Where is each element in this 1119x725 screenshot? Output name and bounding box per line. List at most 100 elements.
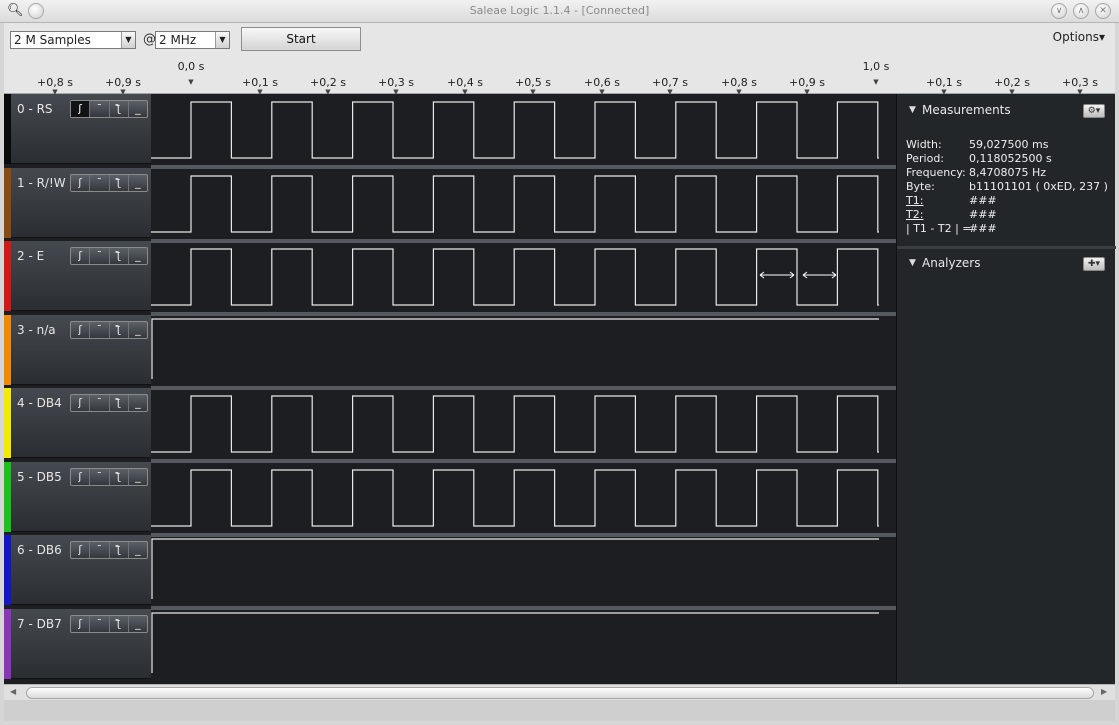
horizontal-scrollbar[interactable]: ◀ ▶ <box>4 684 1115 700</box>
channel-name: 5 - DB5 <box>17 470 62 484</box>
window-title: Saleae Logic 1.1.4 - [Connected] <box>469 4 650 17</box>
high-level-icon[interactable]: ¯ <box>90 395 110 411</box>
ruler-tick: +0,3 s ▼ <box>1062 76 1098 96</box>
ruler-tick: +0,6 s ▼ <box>584 76 620 96</box>
scroll-left-icon[interactable]: ◀ <box>10 687 16 696</box>
channel-color-stripe <box>4 241 11 311</box>
rising-edge-icon[interactable]: ʃ <box>71 101 91 117</box>
scroll-right-icon[interactable]: ▶ <box>1101 687 1107 696</box>
high-level-icon[interactable]: ¯ <box>90 175 110 191</box>
channel-color-stripe <box>4 315 11 385</box>
channel-name: 4 - DB4 <box>17 396 62 410</box>
rising-edge-icon[interactable]: ʃ <box>71 395 91 411</box>
trigger-selector: ʃ ¯ ƪ _ <box>70 247 148 265</box>
scrollbar-thumb[interactable] <box>26 687 1094 699</box>
add-analyzer-icon[interactable]: ✚▾ <box>1083 257 1105 271</box>
ruler-tick: +0,1 s ▼ <box>926 76 962 96</box>
width-measure-arrow <box>759 271 795 279</box>
falling-edge-icon[interactable]: ƪ <box>110 395 129 411</box>
channel-color-stripe <box>4 388 11 458</box>
channel-label-2[interactable]: 2 - E ʃ ¯ ƪ _ <box>4 241 151 311</box>
channel-name: 3 - n/a <box>17 323 56 337</box>
rate-select[interactable]: 2 MHz ▼ <box>155 31 230 49</box>
rising-edge-icon[interactable]: ʃ <box>71 175 91 191</box>
waveform-trace-4 <box>151 395 879 453</box>
channel-color-stripe <box>4 94 11 164</box>
samples-select[interactable]: 2 M Samples ▼ <box>10 31 136 49</box>
collapse-triangle-icon[interactable]: ▼ <box>909 105 916 115</box>
major-tick-left: 0,0 s ▼ <box>177 60 205 86</box>
high-level-icon[interactable]: ¯ <box>90 469 110 485</box>
samples-value: 2 M Samples <box>14 33 91 47</box>
low-level-icon[interactable]: _ <box>129 101 147 117</box>
low-level-icon[interactable]: _ <box>129 175 147 191</box>
falling-edge-icon[interactable]: ƪ <box>110 616 129 632</box>
channel-label-7[interactable]: 7 - DB7 ʃ ¯ ƪ _ <box>4 609 151 679</box>
low-level-icon[interactable]: _ <box>129 469 147 485</box>
channel-label-4[interactable]: 4 - DB4 ʃ ¯ ƪ _ <box>4 388 151 458</box>
channel-separator <box>151 312 896 316</box>
start-button[interactable]: Start <box>241 27 361 51</box>
rising-edge-icon[interactable]: ʃ <box>71 322 91 338</box>
channel-label-0[interactable]: 0 - RS ʃ ¯ ƪ _ <box>4 94 151 164</box>
close-icon[interactable]: ✕ <box>1095 3 1111 19</box>
low-level-icon[interactable]: _ <box>129 322 147 338</box>
channel-separator <box>151 239 896 243</box>
trigger-selector: ʃ ¯ ƪ _ <box>70 468 148 486</box>
channel-label-6[interactable]: 6 - DB6 ʃ ¯ ƪ _ <box>4 535 151 605</box>
ruler-tick: +0,2 s ▼ <box>994 76 1030 96</box>
trigger-selector: ʃ ¯ ƪ _ <box>70 615 148 633</box>
low-level-icon[interactable]: _ <box>129 616 147 632</box>
time-ruler[interactable]: 0,0 s ▼ 1,0 s ▼ +0,8 s ▼ +0,9 s ▼ +0,1 s ▼ +0… <box>4 58 1115 96</box>
collapse-triangle-icon[interactable]: ▼ <box>909 258 916 268</box>
options-menu[interactable]: Options▾ <box>1053 30 1105 44</box>
falling-edge-icon[interactable]: ƪ <box>110 322 129 338</box>
trigger-selector: ʃ ¯ ƪ _ <box>70 174 148 192</box>
chevron-down-icon: ▼ <box>215 32 229 48</box>
trigger-selector: ʃ ¯ ƪ _ <box>70 541 148 559</box>
analyzers-title: Analyzers <box>922 256 981 270</box>
high-level-icon[interactable]: ¯ <box>90 322 110 338</box>
channel-separator <box>151 165 896 169</box>
gear-icon[interactable]: ⚙▾ <box>1083 104 1105 118</box>
rising-edge-icon[interactable]: ʃ <box>71 542 91 558</box>
high-level-icon[interactable]: ¯ <box>90 542 110 558</box>
minimize-icon[interactable]: ∨ <box>1051 3 1067 19</box>
waveform-trace-1 <box>151 175 879 233</box>
high-level-icon[interactable]: ¯ <box>90 616 110 632</box>
waveform-trace-3 <box>151 318 879 379</box>
main-area: 0 - RS ʃ ¯ ƪ _ 1 - R/!W ʃ ¯ ƪ _ 2 - Eʃ ¯ ƪ _ 3 - n/a ʃ ¯… <box>4 94 1116 684</box>
ruler-tick: +0,3 s ▼ <box>378 76 414 96</box>
maximize-icon[interactable]: ∧ <box>1073 3 1089 19</box>
ruler-tick: +0,5 s ▼ <box>515 76 551 96</box>
falling-edge-icon[interactable]: ƪ <box>110 101 129 117</box>
falling-edge-icon[interactable]: ƪ <box>110 175 129 191</box>
low-level-icon[interactable]: _ <box>129 248 147 264</box>
channel-color-stripe <box>4 609 11 679</box>
side-panel: ▼ Measurements ⚙▾ Width: 59,027500 ms Per… <box>896 94 1116 684</box>
falling-edge-icon[interactable]: ƪ <box>110 469 129 485</box>
channel-name: 2 - E <box>17 249 45 263</box>
toolbar: 2 M Samples ▼ @ 2 MHz ▼ Start Options▾ <box>4 23 1115 58</box>
channel-label-1[interactable]: 1 - R/!W ʃ ¯ ƪ _ <box>4 168 151 238</box>
high-level-icon[interactable]: ¯ <box>90 248 110 264</box>
channel-name: 7 - DB7 <box>17 617 62 631</box>
waveform-trace-0 <box>151 101 879 159</box>
channel-label-5[interactable]: 5 - DB5 ʃ ¯ ƪ _ <box>4 462 151 532</box>
rising-edge-icon[interactable]: ʃ <box>71 616 91 632</box>
rising-edge-icon[interactable]: ʃ <box>71 469 91 485</box>
falling-edge-icon[interactable]: ƪ <box>110 542 129 558</box>
ruler-tick: +0,8 s ▼ <box>37 76 73 96</box>
high-level-icon[interactable]: ¯ <box>90 101 110 117</box>
waveform-trace-2 <box>151 248 879 306</box>
channel-separator <box>151 386 896 390</box>
low-level-icon[interactable]: _ <box>129 395 147 411</box>
channel-label-3[interactable]: 3 - n/a ʃ ¯ ƪ _ <box>4 315 151 385</box>
waveform-trace-6 <box>151 538 879 599</box>
rising-edge-icon[interactable]: ʃ <box>71 248 91 264</box>
channel-name: 0 - RS <box>17 102 53 116</box>
ruler-tick: +0,1 s ▼ <box>242 76 278 96</box>
falling-edge-icon[interactable]: ƪ <box>110 248 129 264</box>
low-level-icon[interactable]: _ <box>129 542 147 558</box>
ruler-tick: +0,7 s ▼ <box>652 76 688 96</box>
